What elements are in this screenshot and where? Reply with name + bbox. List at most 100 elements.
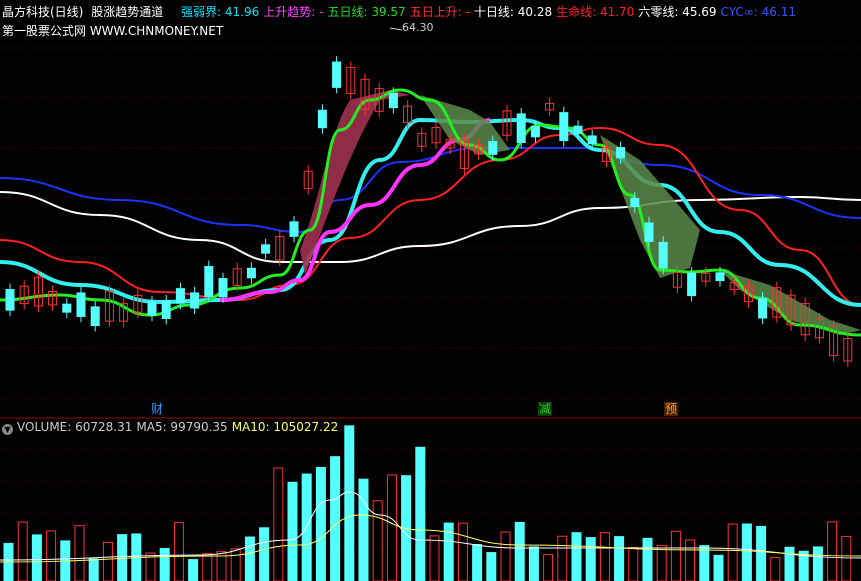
volume-bar [571,532,582,581]
signal-jian: 减 [538,402,553,416]
chart-header: 晶方科技(日线) 股涨趋势通道 强弱界: 41.96 上升趋势: - 五日线: 39… [2,4,804,20]
volume-bar [486,552,497,581]
volume-bar [330,456,341,581]
volume-bar [812,546,823,581]
candle-body [161,300,171,320]
volume-bar [31,534,42,581]
volume-bar [670,530,681,581]
volume-legend-item-1: MA5: 99790.35 [136,420,228,434]
candle-body [573,125,583,135]
volume-bar [642,537,653,581]
volume-bar [17,521,28,581]
volume-bar [173,522,184,581]
volume-bar [230,548,241,581]
volume-bar [386,474,397,581]
volume-bar [259,527,270,581]
candle-body [246,267,256,279]
volume-bar [159,547,170,581]
signal-cai: 财 [151,402,164,416]
volume-bar [827,521,838,581]
candle-body [516,113,526,144]
volume-legend-item-0: VOLUME: 60728.31 [17,420,133,434]
candle-body [76,292,86,317]
volume-legend-item-2: MA10: 105027.22 [231,420,339,434]
legend-item-1: 上升趋势: - [263,5,324,19]
candle-body [289,221,299,237]
volume-bar [756,525,767,581]
candle-body [616,147,626,159]
candle-body [147,301,157,316]
candle-body [587,135,597,145]
volume-bar [88,558,99,581]
volume-bar [628,547,639,581]
volume-bar [301,473,312,581]
candle-body [317,109,327,129]
legend-item-3: 五日上升: - [409,5,470,19]
peak-arrow [389,27,403,31]
chevron-down-icon[interactable]: ▼ [2,424,13,435]
candle-body [388,92,398,109]
volume-bar [315,466,326,581]
candle-body [488,140,498,155]
candle-body [90,306,100,327]
peak-price-label: 64.30 [402,21,434,34]
volume-bar [585,537,596,581]
candle-body [644,222,654,242]
candle-body [5,289,15,311]
volume-bar [102,541,113,581]
candle-body [261,244,271,254]
volume-bar [457,522,468,581]
volume-bar [429,535,440,581]
volume-bar [514,521,525,581]
volume-bar [713,554,724,581]
legend-item-5: 生命线: 41.70 [556,5,635,19]
candle-body [332,61,342,88]
volume-bar [599,532,610,581]
stock-title: 晶方科技(日线) [2,5,84,19]
candle-body [530,125,540,138]
candle-body [559,112,569,142]
volume-bar [358,478,369,581]
legend-item-2: 五日线: 39.57 [327,5,406,19]
volume-bar [699,545,710,581]
candle-body [190,292,200,309]
volume-bar [528,546,539,581]
candle-body [630,197,640,208]
candle-body [218,278,228,298]
volume-bar [614,536,625,581]
candle-body [687,272,697,297]
volume-bar [727,523,738,581]
kline-chart[interactable] [0,0,861,581]
legend-item-7: CYC∞: 46.11 [720,5,796,19]
volume-bar [244,536,255,581]
volume-bar [344,425,355,581]
volume-bar [500,531,511,581]
volume-bar [741,523,752,581]
site-watermark: 第一股票公式网 WWW.CHNMONEY.NET [2,24,224,38]
volume-bar [372,500,383,581]
candle-body [758,297,768,319]
volume-bar [287,481,298,581]
volume-bar [74,525,85,581]
volume-bar [273,467,284,581]
legend-item-6: 六零线: 45.69 [638,5,717,19]
candle-body [204,266,214,298]
indicator-name: 股涨趋势通道 [91,5,164,19]
volume-bar [202,553,213,581]
volume-bar [188,559,199,581]
volume-header: ▼ VOLUME: 60728.31 MA5: 99790.35 MA10: 1050… [2,420,346,435]
candle-body [658,241,668,269]
legend-item-4: 十日线: 40.28 [473,5,553,19]
candle-body [715,272,725,282]
volume-bar [543,554,554,581]
volume-bar [415,446,426,581]
signal-yu: 预 [664,402,679,416]
volume-bar [557,535,568,581]
candle-body [175,288,185,304]
volume-bar [784,546,795,581]
volume-bar [46,530,57,581]
legend-item-0: 强弱界: 41.96 [181,5,260,19]
volume-bar [472,544,483,581]
volume-bar [656,544,667,581]
volume-bar [770,557,781,581]
